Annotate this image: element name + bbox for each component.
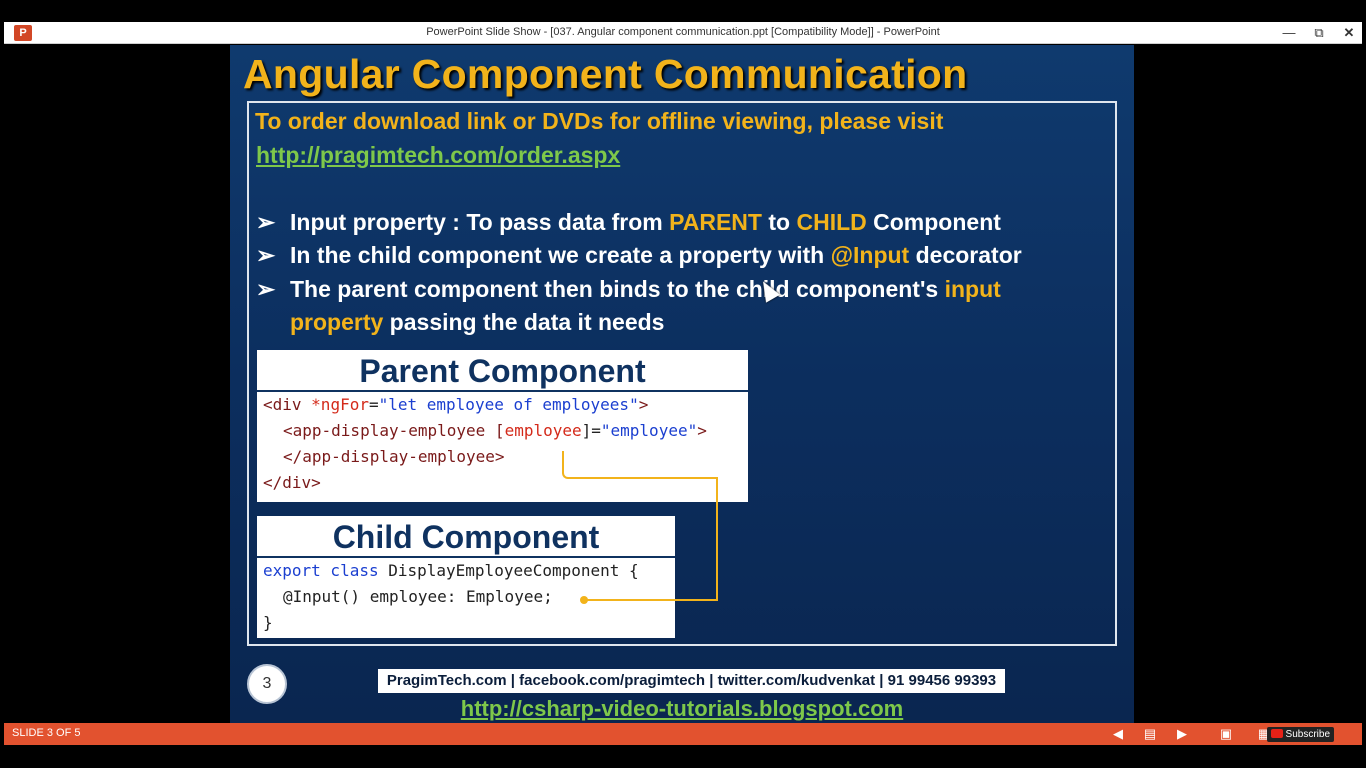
slideshow-statusbar: SLIDE 3 OF 5 ◀ ▤ ▶ ▣ ▦ Subscribe	[4, 723, 1362, 745]
subscribe-button[interactable]: Subscribe	[1266, 727, 1334, 742]
code-line: <div *ngFor="let employee of employees">	[263, 395, 649, 414]
bullet-item: ➢ Input property : To pass data from PARE…	[256, 206, 1001, 239]
window-title: PowerPoint Slide Show - [037. Angular co…	[426, 26, 940, 38]
parent-component-panel: Parent Component <div *ngFor="let employ…	[257, 350, 748, 502]
window-titlebar: P PowerPoint Slide Show - [037. Angular …	[4, 22, 1362, 44]
restore-icon[interactable]: ⧉	[1306, 24, 1332, 42]
arrow-bullet-icon: ➢	[256, 242, 276, 268]
code-line: @Input() employee: Employee;	[283, 587, 553, 606]
parent-code-block: <div *ngFor="let employee of employees">…	[257, 392, 748, 496]
order-link[interactable]: http://pragimtech.com/order.aspx	[256, 142, 620, 169]
slide-counter: SLIDE 3 OF 5	[12, 727, 81, 739]
child-component-panel: Child Component export class DisplayEmpl…	[257, 516, 675, 638]
notes-icon[interactable]: ▤	[1142, 726, 1158, 742]
footer-link[interactable]: http://csharp-video-tutorials.blogspot.c…	[230, 696, 1134, 722]
order-text: To order download link or DVDs for offli…	[255, 108, 944, 134]
footer-contacts: PragimTech.com | facebook.com/pragimtech…	[378, 669, 1005, 693]
previous-icon[interactable]: ◀	[1110, 726, 1126, 742]
reading-view-icon[interactable]: ▣	[1218, 726, 1234, 742]
slide-canvas[interactable]: Angular Component Communication To order…	[230, 45, 1134, 723]
slide-title: Angular Component Communication	[243, 51, 968, 97]
bullet-item: ➢ The parent component then binds to the …	[256, 273, 1001, 306]
child-component-header: Child Component	[257, 516, 675, 558]
code-line: <app-display-employee [employee]="employ…	[283, 421, 707, 440]
bullet-continuation: property passing the data it needs	[290, 309, 665, 335]
code-line: export class DisplayEmployeeComponent {	[263, 561, 639, 580]
bullet-item: ➢ In the child component we create a prop…	[256, 239, 1022, 272]
minimize-icon[interactable]: —	[1276, 24, 1302, 42]
close-icon[interactable]: ✕	[1336, 24, 1362, 42]
child-code-block: export class DisplayEmployeeComponent { @…	[257, 558, 675, 636]
arrow-bullet-icon: ➢	[256, 276, 276, 302]
youtube-icon	[1270, 729, 1283, 738]
connector-line	[716, 477, 718, 601]
code-line: }	[263, 613, 273, 632]
connector-arrow-icon	[580, 596, 588, 604]
arrow-bullet-icon: ➢	[256, 209, 276, 235]
parent-component-header: Parent Component	[257, 350, 748, 392]
next-icon[interactable]: ▶	[1174, 726, 1190, 742]
connector-line	[562, 451, 718, 479]
connector-line	[586, 599, 718, 601]
